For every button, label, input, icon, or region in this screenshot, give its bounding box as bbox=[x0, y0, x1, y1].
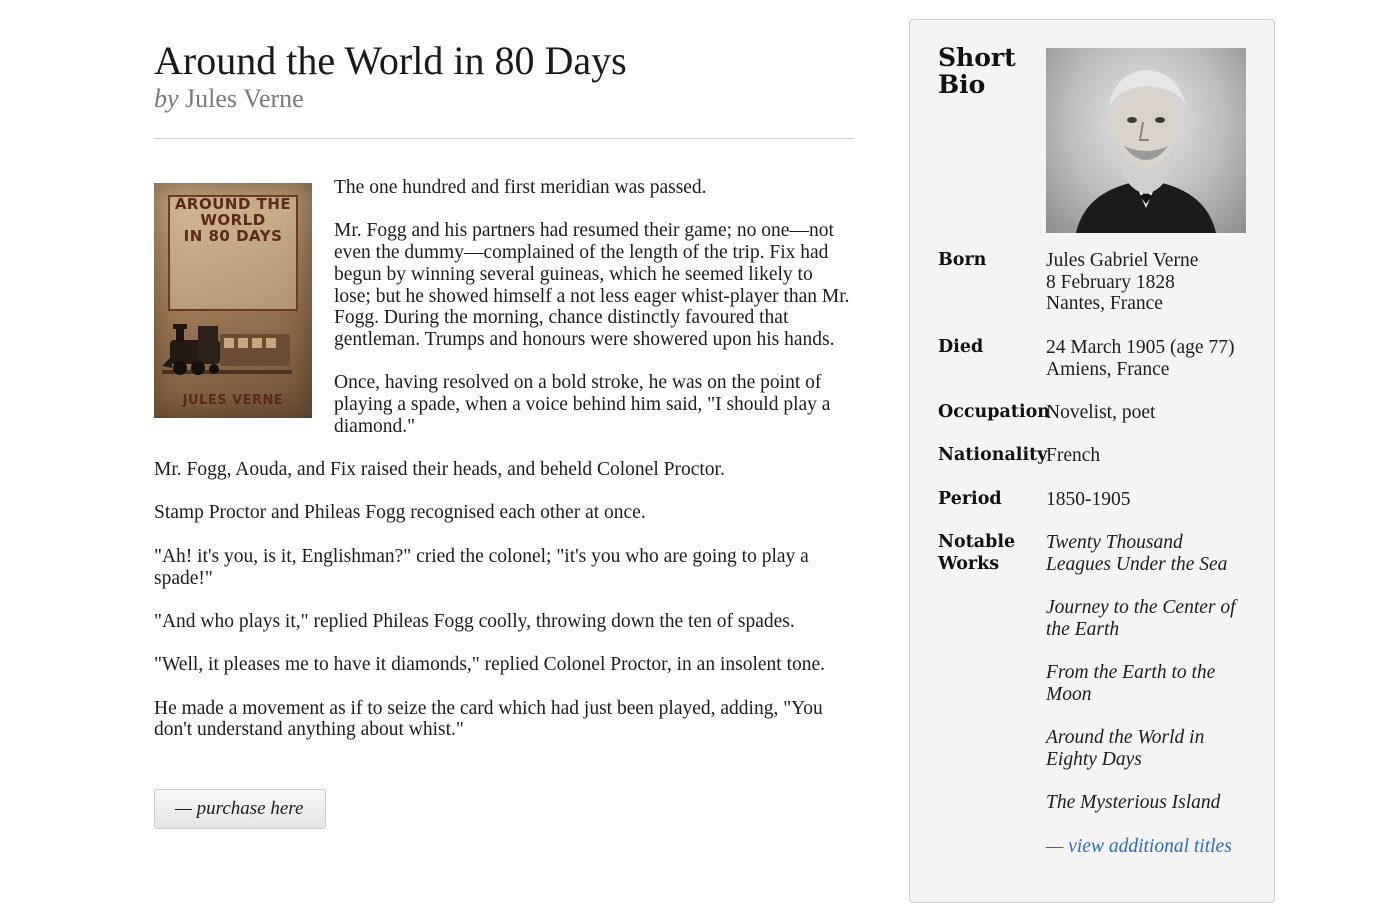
byline: by Jules Verne bbox=[154, 84, 854, 114]
bio-row-notable-works: Notable Works Twenty Thousand Leagues Un… bbox=[938, 532, 1248, 857]
purchase-button[interactable]: — purchase here bbox=[154, 789, 326, 829]
bio-details: Born Jules Gabriel Verne 8 February 1828… bbox=[938, 250, 1248, 879]
article: Around the World in 80 Days by Jules Ver… bbox=[154, 38, 854, 763]
notable-work-item: The Mysterious Island bbox=[1046, 792, 1221, 814]
view-additional-titles-link[interactable]: — view additional titles bbox=[1046, 836, 1248, 858]
excerpt-paragraph: "And who plays it," replied Phileas Fogg… bbox=[154, 610, 795, 632]
notable-work-item: From the Earth to the Moon bbox=[1046, 662, 1216, 705]
notable-work-item: Journey to the Center of the Earth bbox=[1046, 597, 1236, 640]
page: Around the World in 80 Days by Jules Ver… bbox=[0, 0, 1400, 920]
excerpt-paragraph: Mr. Fogg, Aouda, and Fix raised their he… bbox=[154, 459, 725, 481]
bio-label: Nationality bbox=[938, 445, 1048, 466]
bio-label: Occupation bbox=[938, 401, 1050, 422]
bio-value: 24 March 1905 (age 77) Amiens, France bbox=[1046, 337, 1248, 380]
author-portrait bbox=[1046, 48, 1246, 233]
excerpt-paragraph: Stamp Proctor and Phileas Fogg recognise… bbox=[154, 502, 646, 524]
book-cover-image: AROUND THE WORLD IN 80 DAYS JULES VERNE bbox=[154, 183, 312, 418]
bio-row-period: Period 1850-1905 bbox=[938, 489, 1248, 511]
title-divider bbox=[154, 138, 854, 139]
byline-by: by bbox=[154, 84, 179, 113]
bio-row-nationality: Nationality French bbox=[938, 445, 1248, 467]
bio-row-born: Born Jules Gabriel Verne 8 February 1828… bbox=[938, 250, 1248, 315]
bio-label: Notable Works bbox=[938, 532, 1016, 574]
nationality-value: French bbox=[1046, 445, 1101, 467]
bio-row-occupation: Occupation Novelist, poet bbox=[938, 402, 1248, 424]
born-place: Nantes, France bbox=[1046, 293, 1163, 315]
bio-label: Born bbox=[938, 250, 987, 270]
notable-works-list: Twenty Thousand Leagues Under the Sea Jo… bbox=[1046, 532, 1248, 857]
born-date: 8 February 1828 bbox=[1046, 271, 1175, 293]
died-place: Amiens, France bbox=[1046, 358, 1170, 380]
cover-author: JULES VERNE bbox=[182, 393, 284, 408]
excerpt-paragraph: "Well, it pleases me to have it diamonds… bbox=[154, 654, 826, 676]
excerpt-paragraph: He made a movement as if to seize the ca… bbox=[154, 697, 823, 741]
period-value: 1850-1905 bbox=[1046, 488, 1131, 510]
author-portrait-illustration bbox=[1076, 70, 1216, 233]
book-author: Jules Verne bbox=[185, 84, 304, 113]
occupation-value: Novelist, poet bbox=[1046, 401, 1156, 423]
cover-train-illustration bbox=[162, 324, 292, 375]
bio-row-died: Died 24 March 1905 (age 77) Amiens, Fran… bbox=[938, 337, 1248, 380]
notable-work-item: Twenty Thousand Leagues Under the Sea bbox=[1046, 532, 1228, 575]
bio-value: Jules Gabriel Verne 8 February 1828 Nant… bbox=[1046, 250, 1248, 315]
short-bio-panel: Short Bio Born Jules Gabriel Verne 8 Feb… bbox=[909, 19, 1275, 903]
notable-work-item: Around the World in Eighty Days bbox=[1046, 727, 1205, 771]
bio-label: Period bbox=[938, 488, 1002, 509]
died-date: 24 March 1905 (age 77) bbox=[1046, 336, 1235, 358]
bio-label: Died bbox=[938, 336, 984, 357]
excerpt-paragraph: "Ah! it's you, is it, Englishman?" cried… bbox=[154, 545, 809, 589]
born-name: Jules Gabriel Verne bbox=[1046, 250, 1199, 271]
bio-heading: Short Bio bbox=[938, 43, 1016, 99]
cover-title: AROUND THE WORLD IN 80 DAYS bbox=[174, 195, 292, 245]
book-title: Around the World in 80 Days bbox=[154, 38, 627, 83]
